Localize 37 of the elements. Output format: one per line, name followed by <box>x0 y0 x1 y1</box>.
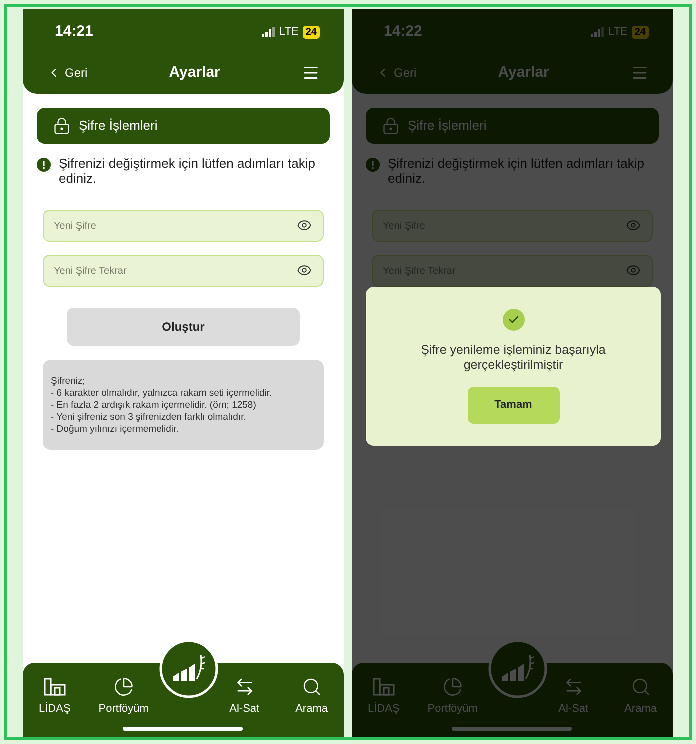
tab-item[interactable]: LİDAŞ <box>35 677 75 718</box>
alert-icon <box>37 158 51 172</box>
arrows-icon <box>234 677 255 697</box>
info-text: Şifrenizi değiştirmek için lütfen adımları takip ediniz. <box>388 156 646 186</box>
pie-chart-icon <box>114 677 134 697</box>
create-button[interactable]: Oluştur <box>67 308 300 346</box>
section-title: Şifre İşlemleri <box>408 117 487 136</box>
network-label: LTE <box>280 25 299 40</box>
lock-icon <box>53 117 71 135</box>
status-time: 14:21 <box>55 22 94 42</box>
signal-icon <box>262 27 276 38</box>
back-button[interactable]: Geri <box>47 64 88 82</box>
rule-text: - Doğum yılınızı içermemelidir. <box>51 424 180 436</box>
eye-icon[interactable] <box>297 263 312 278</box>
eye-icon[interactable] <box>297 218 312 233</box>
screen-title: Ayarlar <box>169 62 220 82</box>
section-title: Şifre İşlemleri <box>79 117 158 136</box>
battery-level: 24 <box>302 26 320 39</box>
rule-text: - En fazla 2 ardışık rakam içermelidir. (örn; 1258) <box>51 400 258 412</box>
logo-button[interactable] <box>159 639 219 699</box>
buildings-icon <box>44 677 66 697</box>
status-time: 14:22 <box>384 22 422 42</box>
rules-title: Şifreniz; <box>51 376 86 388</box>
rule-text: - 6 karakter olmalıdır, yalnızca rakam seti içermelidir. <box>51 388 274 400</box>
ok-button[interactable]: Tamam <box>468 387 560 424</box>
password-field[interactable]: Yeni Şifre <box>43 210 324 242</box>
screen-title: Ayarlar <box>498 62 550 82</box>
info-text: Şifrenizi değiştirmek için lütfen adımları takip ediniz. <box>59 156 316 186</box>
rule-text: - Yeni şifreniz son 3 şifrenizden farklı olmalıdır. <box>51 412 248 424</box>
password-field[interactable]: Yeni Şifre Tekrar <box>43 255 324 287</box>
search-icon <box>302 677 322 697</box>
tab-item[interactable]: Al-Sat <box>226 677 264 718</box>
tab-item[interactable]: Arama <box>292 677 332 718</box>
dialog-message: Şifre yenileme işleminiz başarıyla gerçekleştirilmiştir <box>420 343 607 373</box>
network-label: LTE <box>608 25 628 40</box>
check-icon <box>502 309 524 331</box>
tab-item[interactable]: Portföyüm <box>94 677 153 718</box>
